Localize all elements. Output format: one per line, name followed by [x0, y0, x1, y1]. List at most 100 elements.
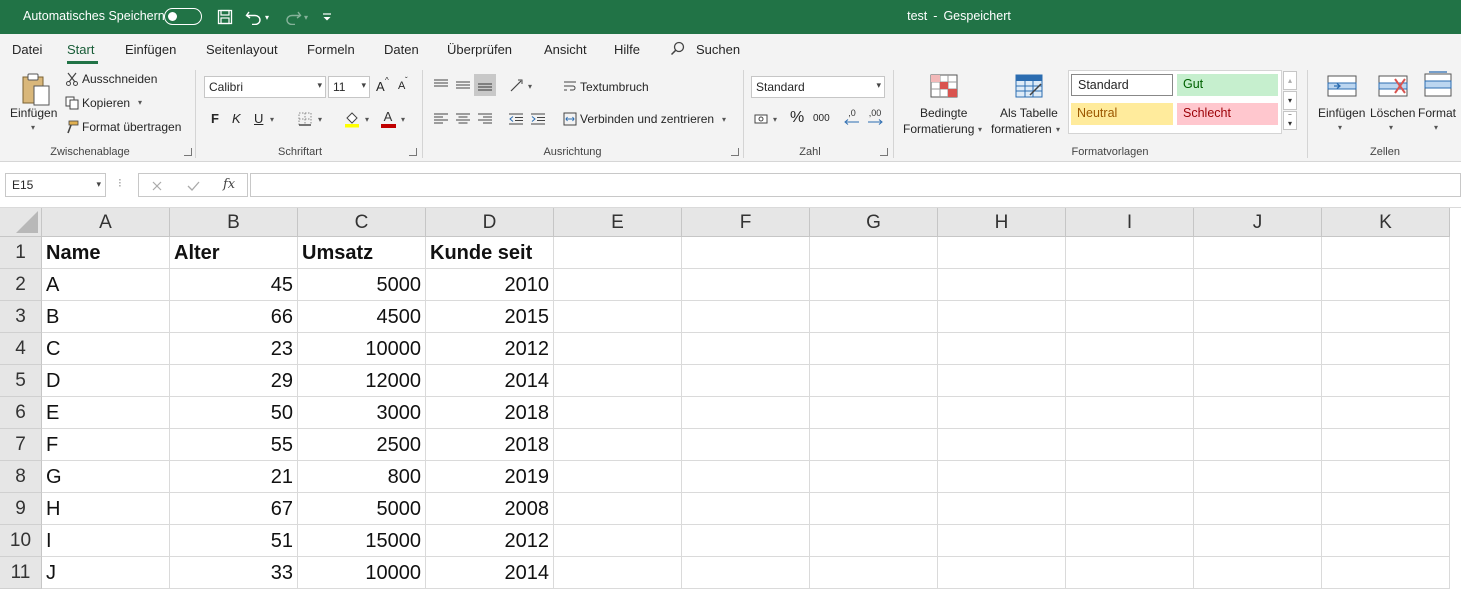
- accounting-format-icon[interactable]: [753, 111, 771, 127]
- row-header-4[interactable]: 4: [0, 333, 42, 365]
- conditional-formatting-icon[interactable]: [928, 72, 960, 100]
- cell-f10[interactable]: [682, 525, 810, 557]
- cell-g5[interactable]: [810, 365, 938, 397]
- cell-k8[interactable]: [1322, 461, 1450, 493]
- cell-i3[interactable]: [1066, 301, 1194, 333]
- cell-h1[interactable]: [938, 237, 1066, 269]
- format-painter-icon[interactable]: [64, 119, 80, 135]
- cell-b9[interactable]: 67: [170, 493, 298, 525]
- cell-h9[interactable]: [938, 493, 1066, 525]
- cut-icon[interactable]: [64, 71, 80, 87]
- cell-e2[interactable]: [554, 269, 682, 301]
- cell-g11[interactable]: [810, 557, 938, 589]
- cell-a10[interactable]: I: [42, 525, 170, 557]
- cell-h4[interactable]: [938, 333, 1066, 365]
- cell-g6[interactable]: [810, 397, 938, 429]
- row-header-3[interactable]: 3: [0, 301, 42, 333]
- grow-font-button[interactable]: A: [376, 79, 385, 94]
- font-color-dropdown-icon[interactable]: ▾: [401, 115, 405, 124]
- cell-e5[interactable]: [554, 365, 682, 397]
- column-header-j[interactable]: J: [1194, 208, 1322, 237]
- cell-c10[interactable]: 15000: [298, 525, 426, 557]
- delete-cells-dropdown-icon[interactable]: ▾: [1389, 123, 1393, 132]
- cell-a3[interactable]: B: [42, 301, 170, 333]
- cell-f2[interactable]: [682, 269, 810, 301]
- decrease-indent-icon[interactable]: [507, 110, 525, 128]
- accounting-dropdown-icon[interactable]: ▾: [773, 115, 777, 124]
- cell-g9[interactable]: [810, 493, 938, 525]
- cell-d1[interactable]: Kunde seit: [426, 237, 554, 269]
- underline-button[interactable]: U: [254, 111, 263, 126]
- column-header-c[interactable]: C: [298, 208, 426, 237]
- column-header-i[interactable]: I: [1066, 208, 1194, 237]
- cell-e8[interactable]: [554, 461, 682, 493]
- alignment-launcher-icon[interactable]: [731, 148, 739, 156]
- delete-cells-button[interactable]: Löschen: [1370, 106, 1415, 120]
- cell-b11[interactable]: 33: [170, 557, 298, 589]
- style-neutral[interactable]: Neutral: [1071, 103, 1173, 125]
- cell-g4[interactable]: [810, 333, 938, 365]
- cell-c1[interactable]: Umsatz: [298, 237, 426, 269]
- column-header-k[interactable]: K: [1322, 208, 1450, 237]
- cell-k11[interactable]: [1322, 557, 1450, 589]
- row-header-11[interactable]: 11: [0, 557, 42, 589]
- gallery-scroll-up-icon[interactable]: ▴: [1283, 71, 1297, 90]
- style-standard[interactable]: Standard: [1071, 74, 1173, 96]
- cell-a1[interactable]: Name: [42, 237, 170, 269]
- percent-button[interactable]: %: [790, 109, 804, 127]
- cell-f6[interactable]: [682, 397, 810, 429]
- cell-h6[interactable]: [938, 397, 1066, 429]
- thousands-button[interactable]: 000: [813, 113, 830, 124]
- align-middle-icon[interactable]: [454, 76, 472, 94]
- paste-button[interactable]: Einfügen: [10, 106, 57, 120]
- cell-i10[interactable]: [1066, 525, 1194, 557]
- enter-icon[interactable]: [187, 180, 200, 192]
- search-label[interactable]: Suchen: [696, 42, 740, 57]
- cell-b6[interactable]: 50: [170, 397, 298, 429]
- cell-d8[interactable]: 2019: [426, 461, 554, 493]
- cell-a11[interactable]: J: [42, 557, 170, 589]
- cell-k9[interactable]: [1322, 493, 1450, 525]
- insert-cells-icon[interactable]: [1325, 72, 1359, 100]
- row-header-2[interactable]: 2: [0, 269, 42, 301]
- insert-function-icon[interactable]: fx: [223, 177, 235, 192]
- cell-h7[interactable]: [938, 429, 1066, 461]
- tab-start[interactable]: Start: [67, 42, 94, 57]
- cell-c7[interactable]: 2500: [298, 429, 426, 461]
- cell-i4[interactable]: [1066, 333, 1194, 365]
- cell-c5[interactable]: 12000: [298, 365, 426, 397]
- cell-i6[interactable]: [1066, 397, 1194, 429]
- cell-a7[interactable]: F: [42, 429, 170, 461]
- clipboard-launcher-icon[interactable]: [184, 148, 192, 156]
- cell-b5[interactable]: 29: [170, 365, 298, 397]
- wrap-text-icon[interactable]: [562, 78, 578, 94]
- format-cells-dropdown-icon[interactable]: ▾: [1434, 123, 1438, 132]
- cancel-icon[interactable]: [151, 180, 163, 192]
- name-box[interactable]: E15 ▾: [5, 173, 106, 197]
- number-format-select[interactable]: Standard ▾: [751, 76, 885, 98]
- insert-cells-dropdown-icon[interactable]: ▾: [1338, 123, 1342, 132]
- column-header-g[interactable]: G: [810, 208, 938, 237]
- cell-h8[interactable]: [938, 461, 1066, 493]
- copy-button[interactable]: Kopieren: [82, 96, 130, 110]
- wrap-text-button[interactable]: Textumbruch: [580, 80, 649, 94]
- row-header-10[interactable]: 10: [0, 525, 42, 557]
- cell-g7[interactable]: [810, 429, 938, 461]
- cell-c2[interactable]: 5000: [298, 269, 426, 301]
- cell-h11[interactable]: [938, 557, 1066, 589]
- cell-c8[interactable]: 800: [298, 461, 426, 493]
- tab-einfuegen[interactable]: Einfügen: [125, 42, 176, 57]
- decrease-decimal-button[interactable]: ,00: [865, 106, 885, 128]
- merge-center-button[interactable]: Verbinden und zentrieren: [580, 112, 714, 126]
- cell-j4[interactable]: [1194, 333, 1322, 365]
- gallery-scroll-down-icon[interactable]: ▾: [1283, 91, 1297, 110]
- fill-color-dropdown-icon[interactable]: ▾: [365, 115, 369, 124]
- cell-e7[interactable]: [554, 429, 682, 461]
- align-bottom-icon[interactable]: [474, 74, 496, 96]
- cell-b7[interactable]: 55: [170, 429, 298, 461]
- cut-button[interactable]: Ausschneiden: [82, 72, 157, 86]
- orientation-icon[interactable]: [508, 76, 526, 94]
- cell-d6[interactable]: 2018: [426, 397, 554, 429]
- cell-e4[interactable]: [554, 333, 682, 365]
- merge-center-icon[interactable]: [562, 111, 578, 127]
